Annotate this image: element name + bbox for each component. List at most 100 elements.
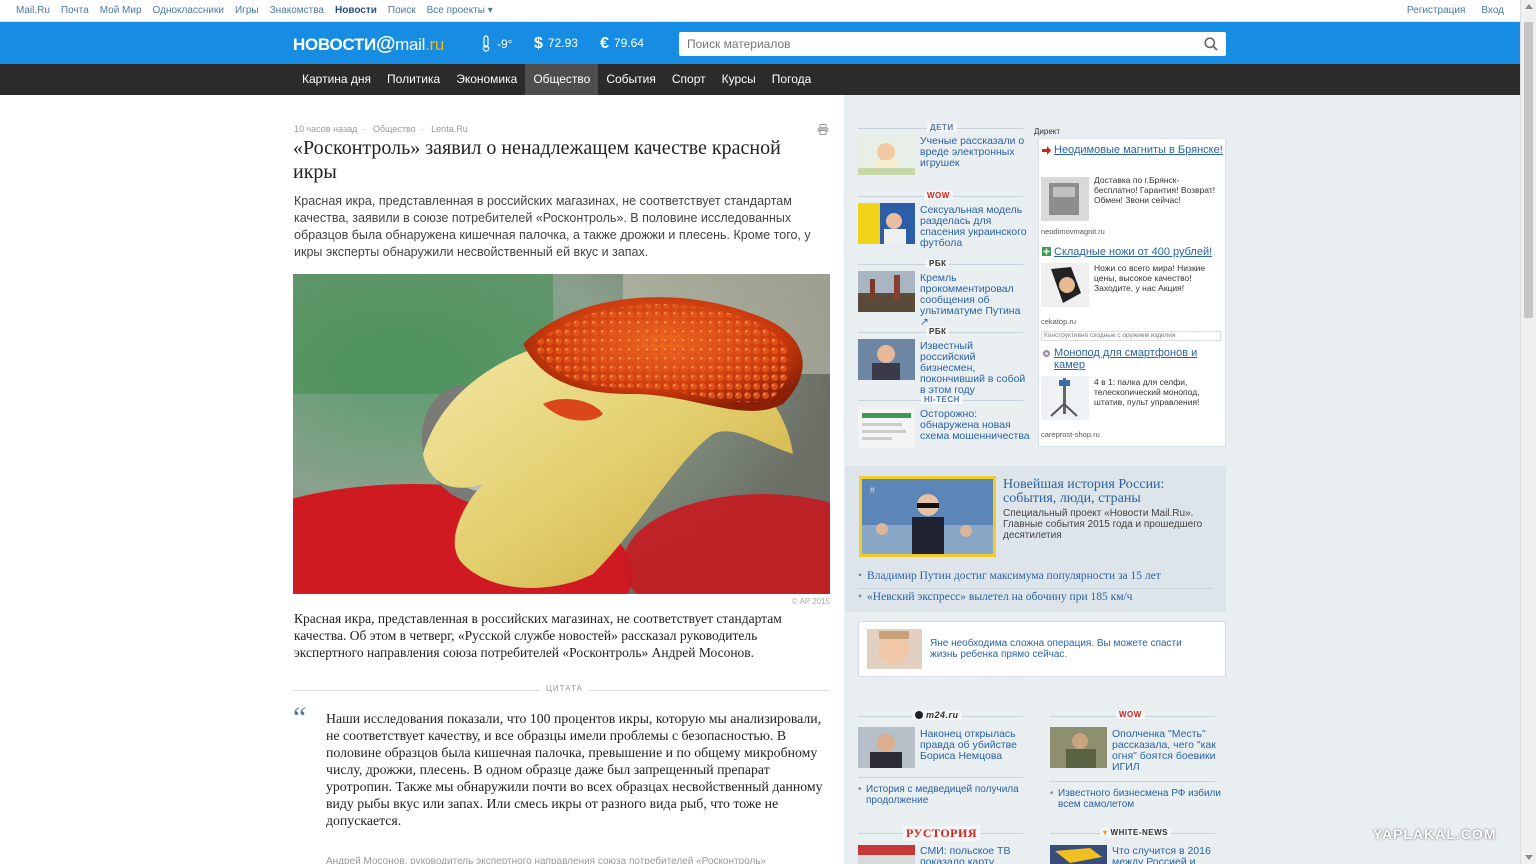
side-news-item[interactable]: Осторожно: обнаружена новая схема мошенн… — [858, 407, 1030, 451]
news-title[interactable]: СМИ: польское ТВ показало карту — [920, 846, 1030, 864]
article-source-link[interactable]: Lenta.Ru — [431, 124, 468, 134]
news-source-deti: ДЕТИ — [927, 123, 957, 132]
news-title[interactable]: Сексуальная модель разделась для спасени… — [920, 205, 1030, 249]
section-nav: Картина дня Политика Экономика Общество … — [0, 64, 1520, 95]
site-header: НОВОСТИ@mail.ru -9° $72.93 €79.64 — [0, 22, 1520, 64]
charity-child-photo — [867, 629, 922, 669]
portal-link-search[interactable]: Поиск — [388, 5, 416, 16]
quote-author: Андрей Мосонов, руководитель экспертного… — [326, 856, 767, 864]
nav-item-sport[interactable]: Спорт — [664, 64, 714, 95]
article-lead: Красная икра, представленная в российски… — [294, 194, 811, 259]
side-news-item[interactable]: Сексуальная модель разделась для спасени… — [858, 203, 1030, 249]
news-source-rustoria: РУСТОРИЯ — [903, 826, 981, 841]
ad-text: Доставка по г.Брянск-бесплатно! Гарантия… — [1094, 175, 1216, 205]
ad-domain[interactable]: neodimovmagnit.ru — [1041, 227, 1105, 236]
ad-domain[interactable]: cekatop.ru — [1041, 317, 1076, 326]
news-title[interactable]: Наконец открылась правда об убийстве Бор… — [920, 729, 1030, 762]
scroll-up-arrow-icon[interactable] — [1525, 4, 1533, 9]
watermark: YAPLAKAL.COM — [1373, 826, 1497, 842]
article-section-link[interactable]: Общество — [373, 124, 416, 134]
news-title[interactable]: Известный российский бизнесмен, покончив… — [920, 341, 1030, 396]
eur-value: 79.64 — [613, 36, 644, 50]
news-thumbnail — [858, 134, 915, 175]
ad-warning: Конструктивно сходные с оружием изделия — [1041, 331, 1221, 341]
ad-title[interactable]: Складные ножи от 400 рублей! — [1054, 246, 1224, 258]
nav-item-main[interactable]: Картина дня — [294, 64, 379, 95]
portal-link-ok[interactable]: Одноклассники — [153, 5, 224, 16]
ad-image — [1041, 263, 1089, 307]
special-project-link[interactable]: Владимир Путин достиг максимума популярн… — [858, 570, 1161, 582]
news-source-rbk: РБК — [926, 259, 950, 268]
news-title[interactable]: Ученые рассказали о вреде электронных иг… — [920, 136, 1030, 169]
news-thumbnail — [1050, 727, 1107, 768]
news-thumbnail — [858, 271, 915, 312]
news-source-rbk: РБК — [926, 327, 950, 336]
ad-title[interactable]: Неодимовые магниты в Брянске! — [1054, 144, 1224, 156]
news-title[interactable]: Кремль прокомментировал сообщения об уль… — [920, 273, 1030, 328]
page-scrollbar[interactable] — [1520, 0, 1536, 864]
news-subline[interactable]: Известного бизнесмена РФ избили всем сам… — [1050, 788, 1230, 810]
usd-value: 72.93 — [547, 36, 578, 50]
side-news-item[interactable]: Кремль прокомментировал сообщения об уль… — [858, 271, 1030, 328]
quote-label: ЦИТАТА — [540, 684, 589, 693]
news-thumbnail — [858, 203, 915, 244]
special-project-image[interactable]: # — [859, 476, 996, 557]
article-title: «Росконтроль» заявил о ненадлежащем каче… — [293, 137, 781, 183]
portal-link-moymir[interactable]: Мой Мир — [100, 5, 142, 16]
bottom-news-item[interactable]: СМИ: польское ТВ показало карту — [858, 845, 1030, 864]
login-link[interactable]: Вход — [1481, 5, 1504, 16]
news-title[interactable]: Ополченка "Месть" рассказала, чего "как … — [1112, 729, 1222, 773]
news-title[interactable]: Осторожно: обнаружена новая схема мошенн… — [920, 409, 1030, 442]
search-input[interactable] — [679, 32, 1179, 56]
charity-text[interactable]: Яне необходима сложна операция. Вы может… — [930, 638, 1200, 660]
side-news-item[interactable]: Известный российский бизнесмен, покончив… — [858, 339, 1030, 396]
nav-item-society[interactable]: Общество — [525, 64, 599, 95]
register-link[interactable]: Регистрация — [1407, 5, 1465, 16]
news-thumbnail — [858, 407, 915, 448]
temperature-value: -9° — [497, 37, 513, 51]
euro-icon: € — [600, 35, 609, 52]
bottom-news-item[interactable]: Наконец открылась правда об убийстве Бор… — [858, 727, 1030, 771]
m24-logo-icon — [915, 711, 923, 719]
bottom-news-item[interactable]: Ополченка "Месть" рассказала, чего "как … — [1050, 727, 1222, 773]
eur-rate[interactable]: €79.64 — [600, 35, 644, 53]
scroll-thumb[interactable] — [1524, 22, 1533, 318]
news-thumbnail — [1050, 845, 1107, 864]
direct-label: Директ — [1034, 127, 1061, 136]
portal-link-news[interactable]: Новости — [335, 5, 377, 16]
nav-item-rates[interactable]: Курсы — [714, 64, 764, 95]
logo-ru: .ru — [425, 35, 445, 54]
ad-domain[interactable]: careprost-shop.ru — [1041, 430, 1100, 439]
news-mail-logo[interactable]: НОВОСТИ@mail.ru — [293, 33, 444, 56]
thermometer-icon — [482, 35, 490, 52]
bottom-news-item[interactable]: Что случится в 2016 между Россией и — [1050, 845, 1222, 864]
nav-item-events[interactable]: События — [598, 64, 664, 95]
special-project-description: Специальный проект «Новости Mail.Ru». Гл… — [1003, 508, 1203, 541]
special-project-title[interactable]: Новейшая история России: события, люди, … — [1003, 478, 1218, 506]
portal-link-games[interactable]: Игры — [235, 5, 259, 16]
print-icon[interactable] — [817, 124, 829, 135]
portal-link-dating[interactable]: Знакомства — [270, 5, 324, 16]
charity-banner[interactable]: Яне необходима сложна операция. Вы может… — [858, 621, 1226, 677]
portal-link-all-projects[interactable]: Все проекты ▾ — [427, 5, 493, 16]
portal-link-mailru[interactable]: Mail.Ru — [16, 5, 50, 16]
logo-at: @ — [375, 33, 396, 55]
scroll-down-arrow-icon[interactable] — [1525, 855, 1533, 860]
news-source-hitech: HI-TECH — [921, 395, 963, 404]
weather-widget[interactable]: -9° — [481, 35, 512, 52]
special-project-link[interactable]: «Невский экспресс» вылетел на обочину пр… — [858, 591, 1132, 603]
side-news-item[interactable]: Ученые рассказали о вреде электронных иг… — [858, 134, 1030, 178]
usd-rate[interactable]: $72.93 — [534, 35, 578, 53]
search-icon[interactable] — [1204, 37, 1218, 51]
ad-title[interactable]: Монопод для смартфонов и камер — [1054, 347, 1224, 371]
news-thumbnail — [858, 727, 915, 768]
ad-image — [1041, 177, 1089, 221]
nav-item-politics[interactable]: Политика — [379, 64, 448, 95]
portal-link-pochta[interactable]: Почта — [61, 5, 89, 16]
news-title[interactable]: Что случится в 2016 между Россией и — [1112, 846, 1222, 864]
portal-topbar: Mail.Ru Почта Мой Мир Одноклассники Игры… — [0, 0, 1520, 22]
article-meta: 10 часов назад · Общество · Lenta.Ru — [294, 124, 468, 134]
nav-item-weather[interactable]: Погода — [764, 64, 820, 95]
nav-item-economy[interactable]: Экономика — [448, 64, 525, 95]
news-subline[interactable]: История с медведицей получила продолжени… — [858, 784, 1038, 806]
